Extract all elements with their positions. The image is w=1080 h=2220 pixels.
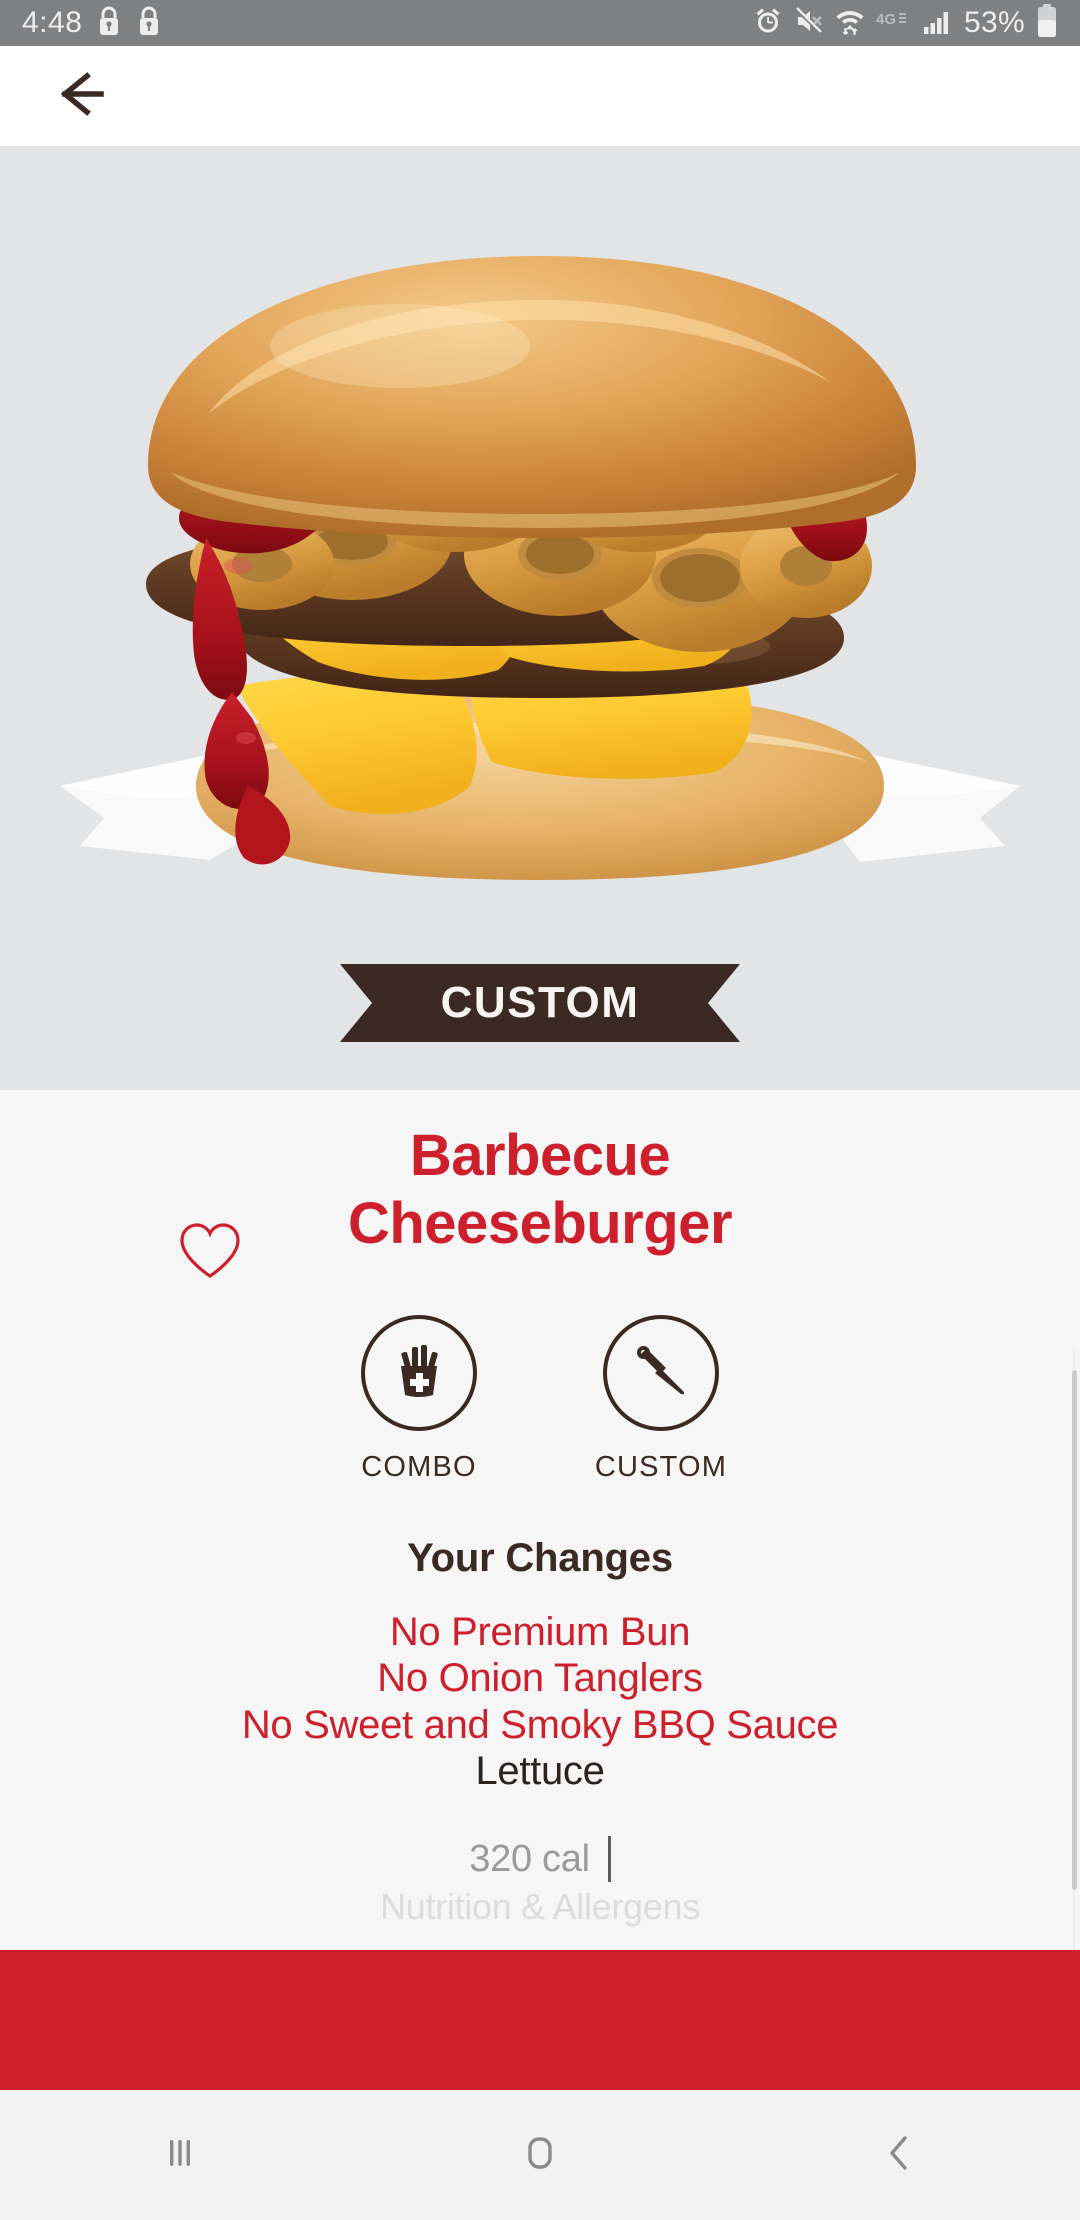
home-button[interactable] bbox=[360, 2090, 720, 2220]
battery-percent-label: 53% bbox=[964, 6, 1025, 39]
combo-button[interactable]: COMBO bbox=[329, 1314, 509, 1484]
back-arrow-icon bbox=[55, 70, 113, 123]
change-item: No Onion Tanglers bbox=[377, 1656, 703, 1701]
page-title: Barbecue Cheeseburger bbox=[0, 1122, 1080, 1259]
hero-image-section: CUSTOM bbox=[0, 146, 1080, 1090]
combo-icon-circle bbox=[361, 1314, 477, 1431]
home-icon bbox=[517, 2130, 563, 2181]
app-bar bbox=[0, 46, 1080, 146]
custom-ribbon: CUSTOM bbox=[340, 964, 740, 1042]
product-details-section: Barbecue Cheeseburger COMBO CUSTOM Your … bbox=[0, 1090, 1080, 1950]
fries-plus-icon bbox=[388, 1339, 450, 1406]
back-button[interactable] bbox=[46, 58, 122, 134]
product-photo bbox=[0, 146, 1080, 1090]
heart-outline-icon bbox=[178, 1223, 242, 1284]
calorie-row: 320 cal bbox=[0, 1836, 1080, 1883]
status-bar-right: 4G 53% bbox=[753, 3, 1058, 43]
change-item: Lettuce bbox=[475, 1749, 605, 1794]
nutrition-allergens-link[interactable]: Nutrition & Allergens bbox=[0, 1886, 1080, 1928]
scrollbar-thumb[interactable] bbox=[1072, 1370, 1077, 1890]
custom-label: CUSTOM bbox=[594, 1450, 728, 1483]
favorite-button[interactable] bbox=[178, 1222, 242, 1280]
network-4g-icon: 4G bbox=[876, 9, 912, 38]
calorie-value: 320 cal bbox=[469, 1837, 590, 1880]
change-item: No Sweet and Smoky BBQ Sauce bbox=[241, 1702, 839, 1747]
custom-icon-circle bbox=[603, 1314, 719, 1431]
lock-icon bbox=[136, 5, 162, 42]
change-item: No Premium Bun bbox=[389, 1609, 691, 1654]
lock-icon bbox=[96, 5, 122, 42]
product-title-line1: Barbecue bbox=[409, 1123, 671, 1188]
status-bar: 4:48 4G 53% bbox=[0, 0, 1080, 46]
wifi-icon bbox=[835, 5, 865, 42]
recent-apps-icon bbox=[157, 2130, 203, 2181]
nav-back-icon bbox=[877, 2130, 923, 2181]
status-bar-left: 4:48 bbox=[22, 5, 162, 42]
recents-button[interactable] bbox=[0, 2090, 360, 2220]
alarm-icon bbox=[753, 6, 783, 41]
signal-bars-icon bbox=[923, 6, 953, 41]
calorie-separator bbox=[607, 1836, 611, 1883]
android-nav-bar bbox=[0, 2090, 1080, 2220]
title-row: Barbecue Cheeseburger bbox=[0, 1090, 1080, 1278]
action-buttons: COMBO CUSTOM bbox=[0, 1314, 1080, 1484]
nav-back-button[interactable] bbox=[720, 2090, 1080, 2220]
add-to-order-bar[interactable] bbox=[0, 1950, 1080, 2090]
product-title-line2: Cheeseburger bbox=[347, 1191, 733, 1257]
your-changes-heading: Your Changes bbox=[407, 1535, 673, 1580]
battery-icon bbox=[1036, 3, 1058, 43]
svg-text:4G: 4G bbox=[876, 11, 896, 28]
knife-icon bbox=[630, 1339, 692, 1406]
custom-button[interactable]: CUSTOM bbox=[571, 1314, 751, 1484]
combo-label: COMBO bbox=[361, 1450, 477, 1483]
custom-ribbon-label: CUSTOM bbox=[440, 978, 640, 1027]
mute-icon bbox=[794, 6, 824, 41]
status-time: 4:48 bbox=[22, 6, 83, 39]
changes-list: No Premium Bun No Onion Tanglers No Swee… bbox=[0, 1609, 1080, 1795]
